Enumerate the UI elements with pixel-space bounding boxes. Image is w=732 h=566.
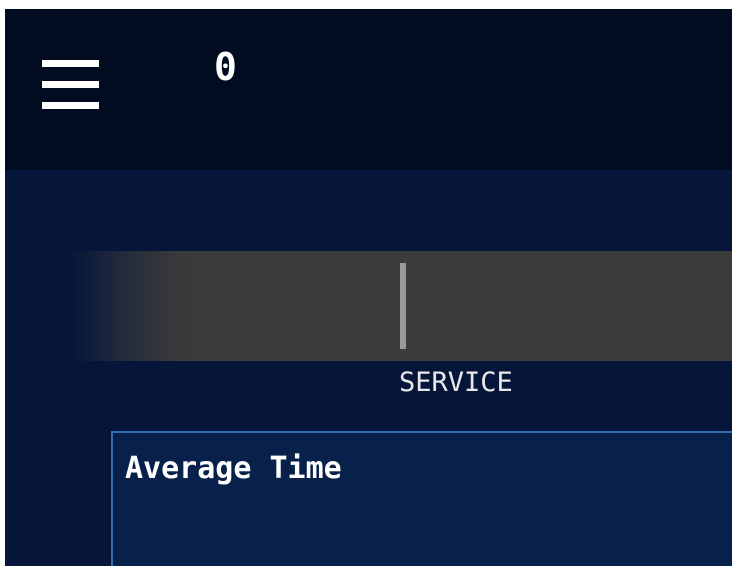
menu-bar-line (42, 60, 99, 67)
menu-bar-line (42, 81, 99, 88)
hamburger-menu-icon[interactable] (42, 60, 100, 110)
menu-bar-line (42, 102, 99, 109)
average-time-panel: Average Time (111, 431, 732, 566)
top-bar: 0 (5, 9, 732, 170)
counter-value: 0 (214, 45, 237, 89)
app-screen: 0 SERVICE Average Time (5, 9, 732, 566)
service-marker (400, 263, 406, 349)
service-label: SERVICE (399, 367, 513, 398)
panel-title: Average Time (125, 451, 342, 486)
